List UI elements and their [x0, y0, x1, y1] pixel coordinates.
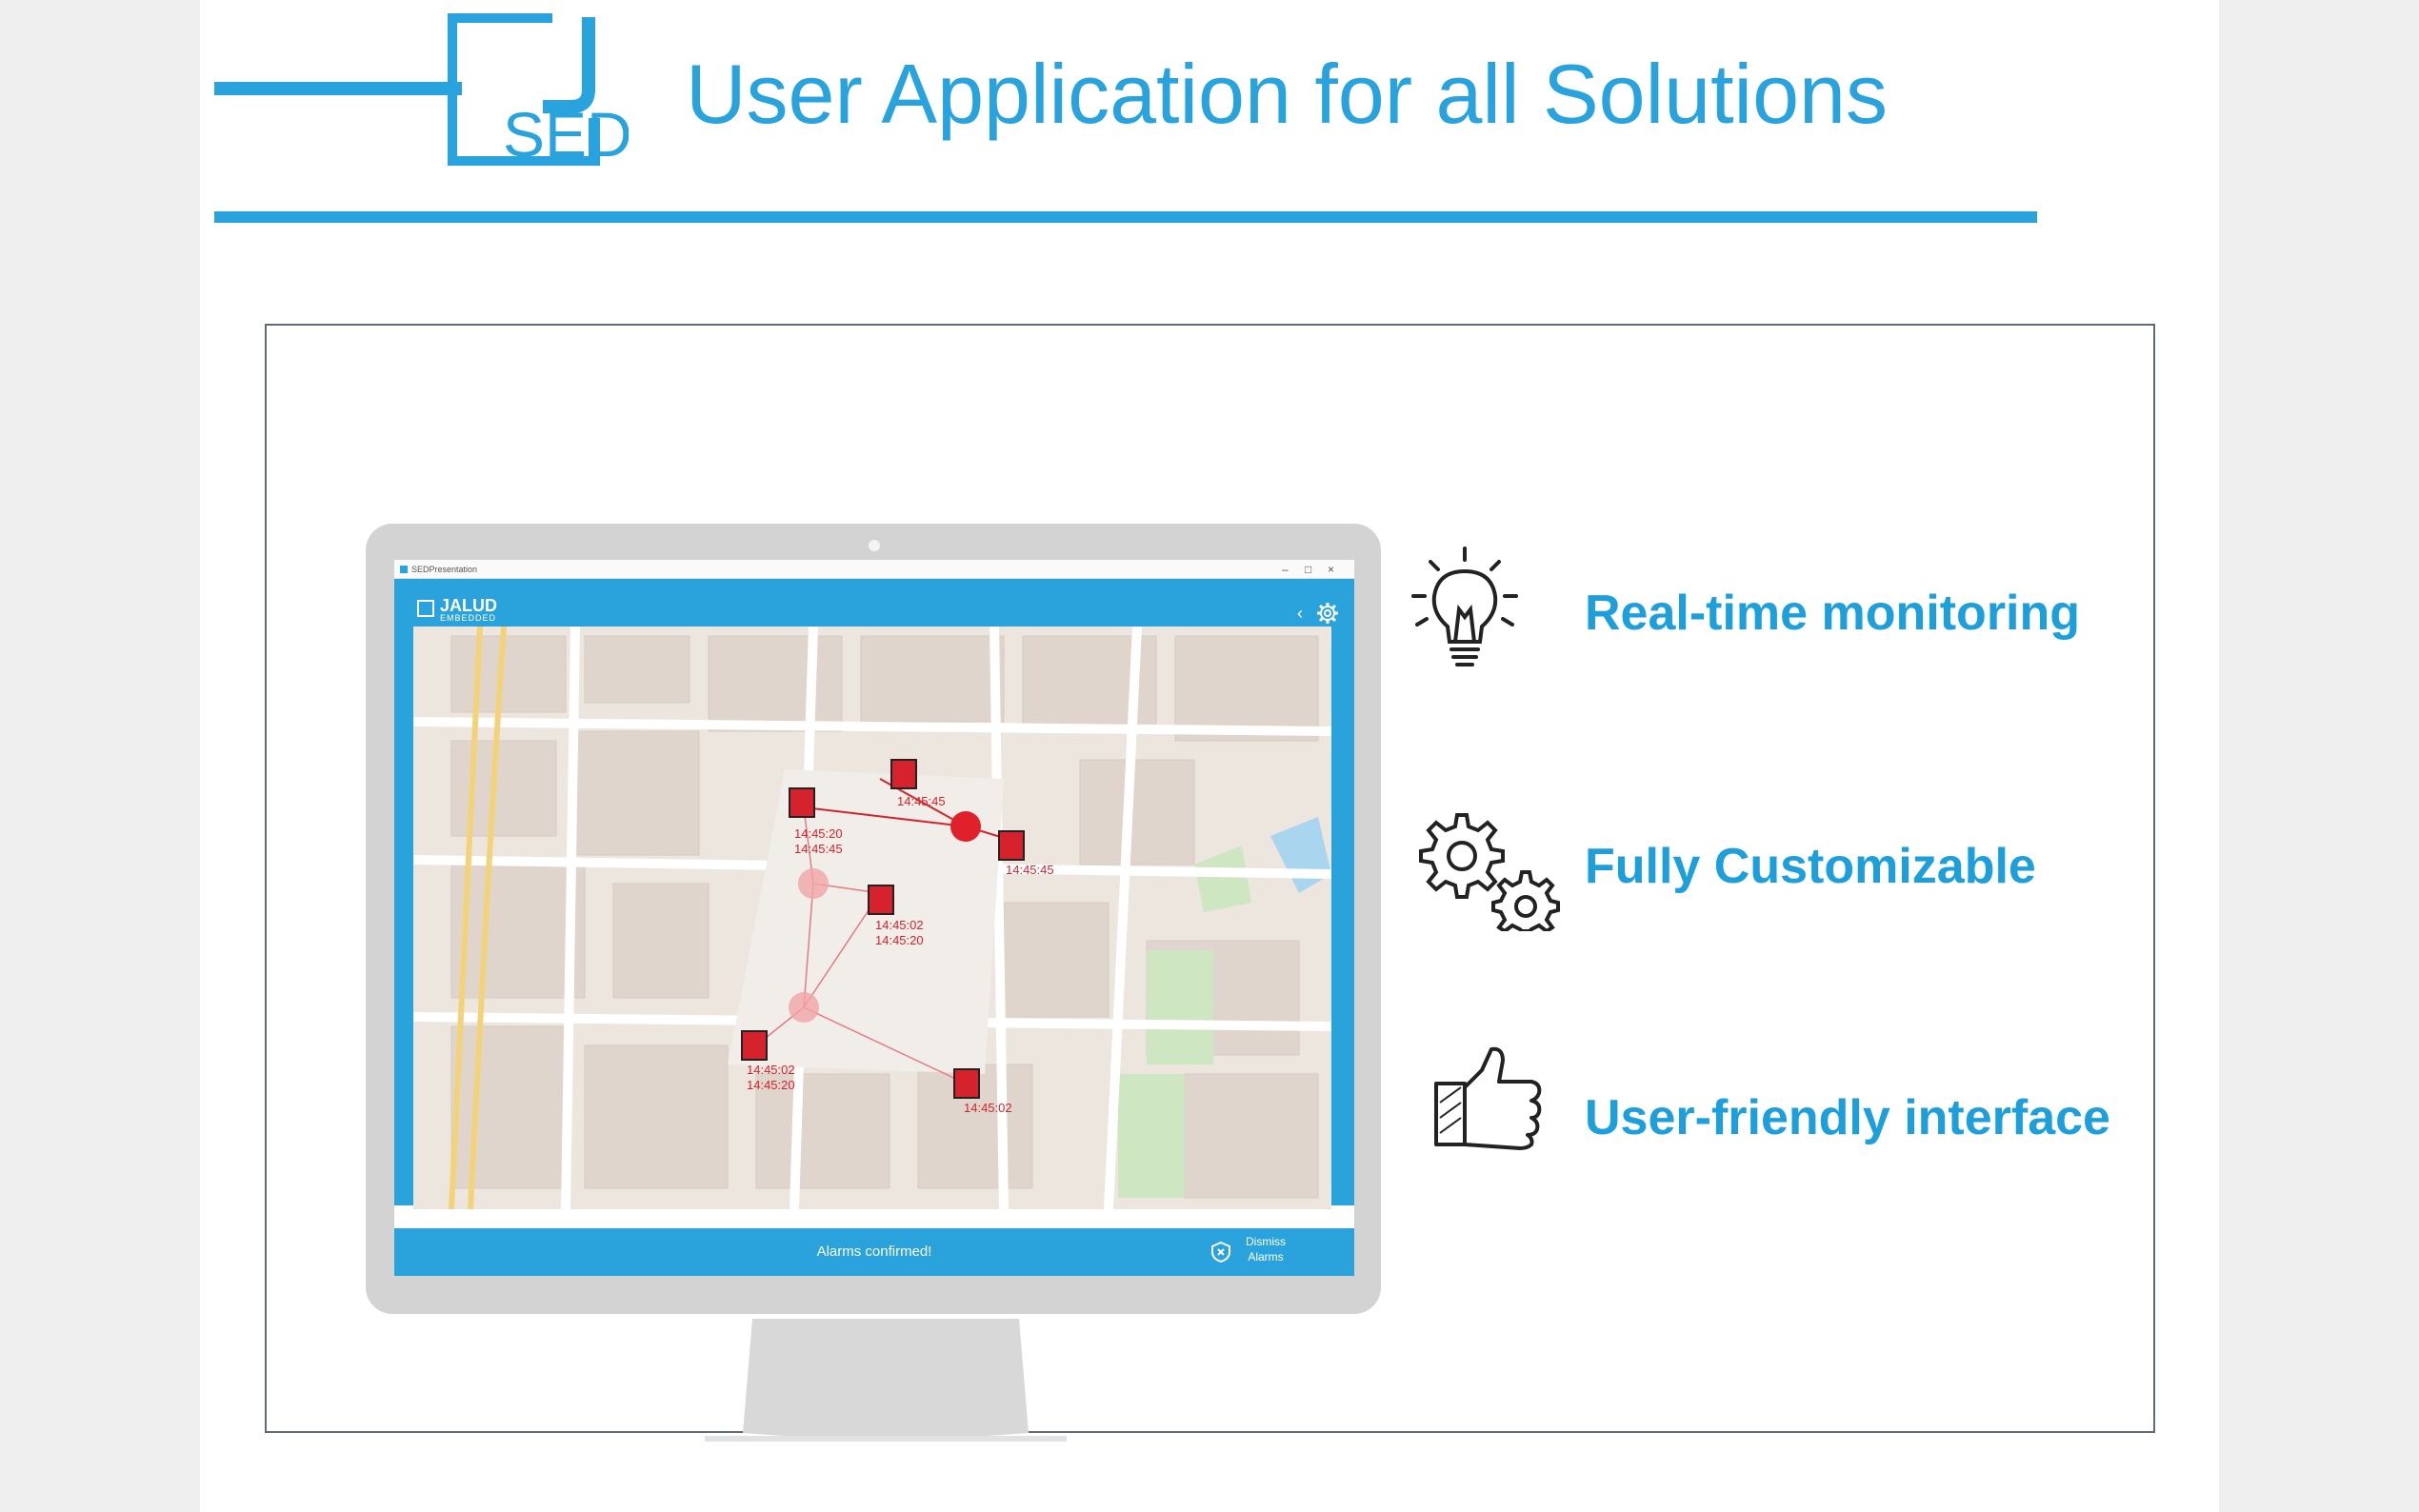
marker-time: 14:45:45 — [794, 842, 843, 856]
map-view[interactable]: 14:45:20 14:45:45 14:45:45 14:45:45 14:4… — [413, 627, 1331, 1209]
gears-icon — [1419, 813, 1560, 931]
header-line-bottom — [214, 211, 2037, 223]
logo-text: SED — [503, 99, 629, 166]
feature-label: Real-time monitoring — [1585, 586, 2081, 641]
brand-logo-icon — [417, 600, 434, 617]
dismiss-label-2: Alarms — [1248, 1250, 1284, 1263]
feature-label: User-friendly interface — [1585, 1090, 2110, 1145]
feature-label: Fully Customizable — [1585, 839, 2036, 894]
footer-message: Alarms confirmed! — [816, 1243, 932, 1260]
monitor-stand — [705, 1319, 1067, 1442]
minimize-icon[interactable]: – — [1282, 560, 1289, 579]
thumbs-up-icon — [1434, 1046, 1542, 1150]
shield-icon[interactable] — [1211, 1242, 1230, 1263]
dismiss-label-1: Dismiss — [1246, 1235, 1286, 1248]
marker-time: 14:45:20 — [747, 1078, 795, 1092]
window-titlebar: SEDPresentation – □ × — [394, 560, 1354, 579]
marker-time: 14:45:02 — [875, 918, 924, 932]
header-line-left — [214, 82, 462, 95]
brand-sub: EMBEDDED — [440, 613, 497, 623]
marker-time: 14:45:02 — [964, 1101, 1012, 1115]
chevron-left-icon[interactable]: ‹ — [1297, 604, 1303, 624]
marker-time: 14:45:02 — [747, 1063, 795, 1077]
slide-title: User Application for all Solutions — [686, 47, 1888, 141]
maximize-icon[interactable]: □ — [1305, 560, 1311, 579]
settings-gear-icon[interactable] — [1316, 602, 1339, 625]
marker-time: 14:45:20 — [794, 826, 843, 841]
app-window-icon — [400, 566, 408, 573]
app-footer: Alarms confirmed! Dismiss Alarms — [394, 1228, 1354, 1276]
window-title: SEDPresentation — [411, 565, 478, 574]
app-screen: SEDPresentation – □ × JALUD EMBEDDED ‹ 1… — [394, 560, 1354, 1276]
brand-name: JALUD — [440, 596, 498, 615]
sed-logo: SED — [448, 13, 629, 166]
marker-time: 14:45:45 — [1006, 863, 1054, 877]
lightbulb-icon — [1411, 547, 1518, 666]
monitor-camera — [869, 540, 880, 551]
close-icon[interactable]: × — [1328, 560, 1334, 579]
marker-time: 14:45:45 — [897, 794, 946, 808]
brand: JALUD EMBEDDED — [440, 596, 497, 623]
dismiss-alarms-button[interactable]: Dismiss Alarms — [1232, 1234, 1299, 1264]
marker-time: 14:45:20 — [875, 933, 924, 947]
